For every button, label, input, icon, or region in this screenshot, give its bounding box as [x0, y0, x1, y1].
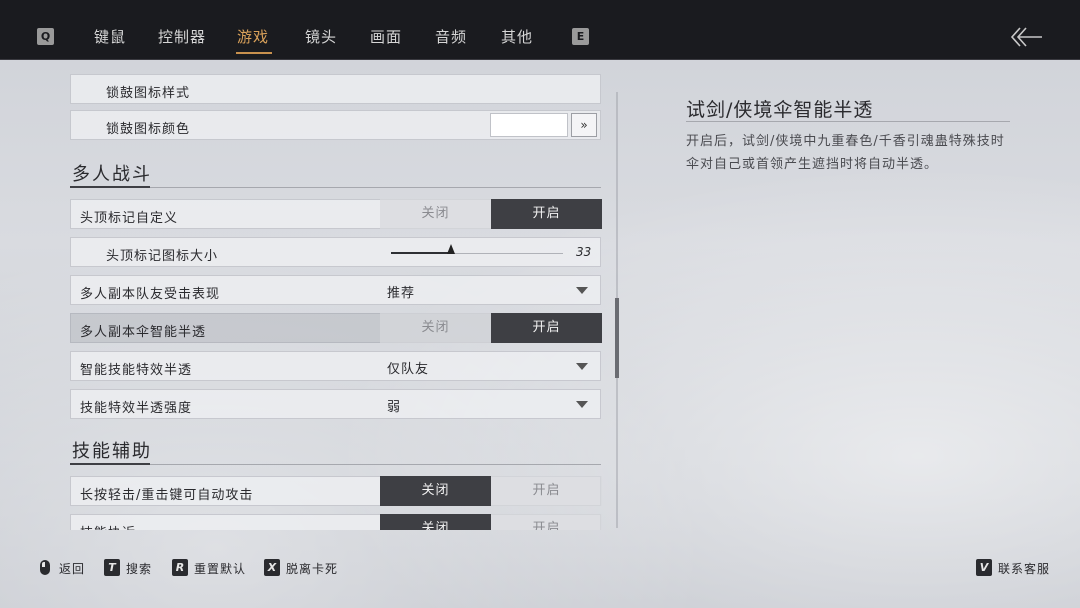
tab-game[interactable]: 游戏	[237, 26, 269, 47]
setting-label: 头顶标记图标大小	[106, 249, 219, 264]
section-title-skill-assist: 技能辅助	[72, 441, 152, 462]
dropdown-value: 推荐	[387, 286, 416, 301]
slider-thumb[interactable]	[447, 244, 456, 254]
hint-label: 联系客服	[998, 562, 1051, 576]
toggle-switch[interactable]: 关闭 开启	[380, 313, 602, 343]
key-r-icon: R	[172, 559, 188, 576]
key-t-icon: T	[104, 559, 120, 576]
toggle-on-option[interactable]: 开启	[491, 199, 602, 229]
prev-tab-key[interactable]: Q	[37, 28, 54, 45]
tab-graphics[interactable]: 画面	[370, 26, 402, 47]
toggle-off-option[interactable]: 关闭	[380, 313, 491, 343]
section-divider-accent	[70, 186, 150, 188]
scrollbar-thumb[interactable]	[615, 298, 619, 378]
setting-label: 技能特效半透强度	[80, 401, 193, 416]
tab-other[interactable]: 其他	[501, 26, 533, 47]
section-title-multiplayer: 多人战斗	[72, 164, 152, 185]
back-arrow-icon[interactable]	[1008, 24, 1044, 50]
toggle-switch[interactable]: 关闭 开启	[380, 476, 602, 506]
color-picker-button[interactable]: »	[571, 113, 597, 137]
dropdown-select[interactable]: 仅队友	[380, 351, 602, 381]
toggle-switch[interactable]: 关闭 开启	[380, 199, 602, 229]
tab-camera[interactable]: 镜头	[305, 26, 337, 47]
setting-row-hold-auto-attack[interactable]: 长按轻击/重击键可自动攻击 关闭 开启	[70, 476, 602, 506]
setting-label: 长按轻击/重击键可自动攻击	[80, 488, 254, 503]
hint-label: 返回	[59, 562, 86, 576]
slider-fill	[391, 252, 452, 254]
setting-label: 锁鼓图标颜色	[106, 122, 191, 137]
setting-row-skill-effect-intensity[interactable]: 技能特效半透强度 弱	[70, 389, 601, 419]
active-tab-indicator	[236, 52, 272, 54]
setting-label: 智能技能特效半透	[80, 363, 193, 378]
dropdown-value: 弱	[387, 400, 402, 415]
setting-row-skill-effect-transparency[interactable]: 智能技能特效半透 仅队友	[70, 351, 601, 381]
dropdown-select[interactable]: 弱	[380, 389, 602, 419]
setting-row-skill-approach[interactable]: 技能协近 关闭 开启	[70, 514, 602, 530]
tab-mouse-keyboard[interactable]: 键鼠	[94, 26, 126, 47]
detail-title: 试剑/侠境伞智能半透	[686, 99, 874, 121]
setting-row-umbrella-smart-transparency[interactable]: 多人副本伞智能半透 关闭 开启	[70, 313, 602, 343]
setting-row-teammate-hit-effect[interactable]: 多人副本队友受击表现 推荐	[70, 275, 601, 305]
toggle-switch[interactable]: 关闭 开启	[380, 514, 602, 530]
section-divider-accent	[70, 463, 150, 465]
setting-label: 锁鼓图标样式	[106, 86, 191, 101]
chevron-down-icon	[576, 363, 588, 370]
detail-divider	[686, 121, 1010, 122]
top-nav-bar: Q 键鼠 控制器 游戏 镜头 画面 音频 其他 E	[0, 0, 1080, 60]
setting-row-lock-icon-style[interactable]: 锁鼓图标样式	[70, 74, 601, 104]
next-tab-key[interactable]: E	[572, 28, 589, 45]
tab-controller[interactable]: 控制器	[158, 26, 206, 47]
key-v-icon: V	[976, 559, 992, 576]
hint-label: 重置默认	[194, 562, 247, 576]
tab-audio[interactable]: 音频	[435, 26, 467, 47]
chevron-down-icon	[576, 401, 588, 408]
toggle-off-option[interactable]: 关闭	[380, 476, 491, 506]
slider-value: 33	[576, 245, 592, 259]
setting-row-lock-icon-color[interactable]: 锁鼓图标颜色 »	[70, 110, 601, 140]
setting-label: 头顶标记自定义	[80, 211, 179, 226]
mouse-icon	[40, 560, 50, 575]
setting-label: 技能协近	[80, 522, 136, 530]
color-swatch[interactable]	[490, 113, 568, 137]
setting-row-overhead-marker-custom[interactable]: 头顶标记自定义 关闭 开启	[70, 199, 602, 229]
key-x-icon: X	[264, 559, 280, 576]
dropdown-select[interactable]: 推荐	[380, 275, 602, 305]
toggle-off-option[interactable]: 关闭	[380, 199, 491, 229]
setting-label: 多人副本队友受击表现	[80, 287, 221, 302]
toggle-on-option[interactable]: 开启	[491, 514, 602, 530]
toggle-off-option[interactable]: 关闭	[380, 514, 491, 530]
toggle-on-option[interactable]: 开启	[491, 313, 602, 343]
dropdown-value: 仅队友	[387, 362, 430, 377]
settings-list: 锁鼓图标样式 锁鼓图标颜色 » 多人战斗 头顶标记自定义 关闭 开启 头顶标记图…	[0, 60, 620, 530]
setting-label: 多人副本伞智能半透	[80, 325, 207, 340]
hint-label: 搜索	[126, 562, 153, 576]
hint-label: 脱离卡死	[286, 562, 339, 576]
toggle-on-option[interactable]: 开启	[491, 476, 602, 506]
setting-row-overhead-icon-size[interactable]: 头顶标记图标大小 33	[70, 237, 601, 267]
detail-description: 开启后，试剑/侠境中九重春色/千香引魂蛊特殊技时伞对自己或首领产生遮挡时将自动半…	[686, 134, 1005, 172]
chevron-down-icon	[576, 287, 588, 294]
